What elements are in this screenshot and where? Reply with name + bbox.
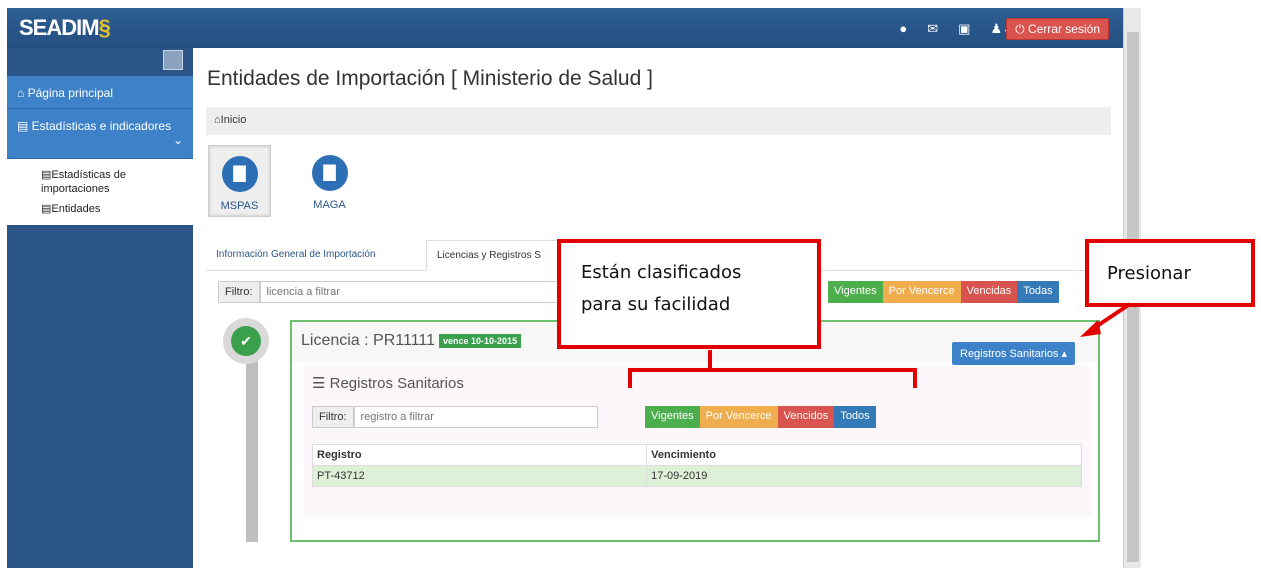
annotation-overlay [628, 302, 1132, 388]
app-window: SEADIM§ ● ✉ ▣ ♟⌄ ⏻ Cerrar sesión ⌂ Págin… [0, 0, 1261, 568]
annotation-bracket [628, 350, 917, 388]
arrow-head [1080, 320, 1101, 337]
